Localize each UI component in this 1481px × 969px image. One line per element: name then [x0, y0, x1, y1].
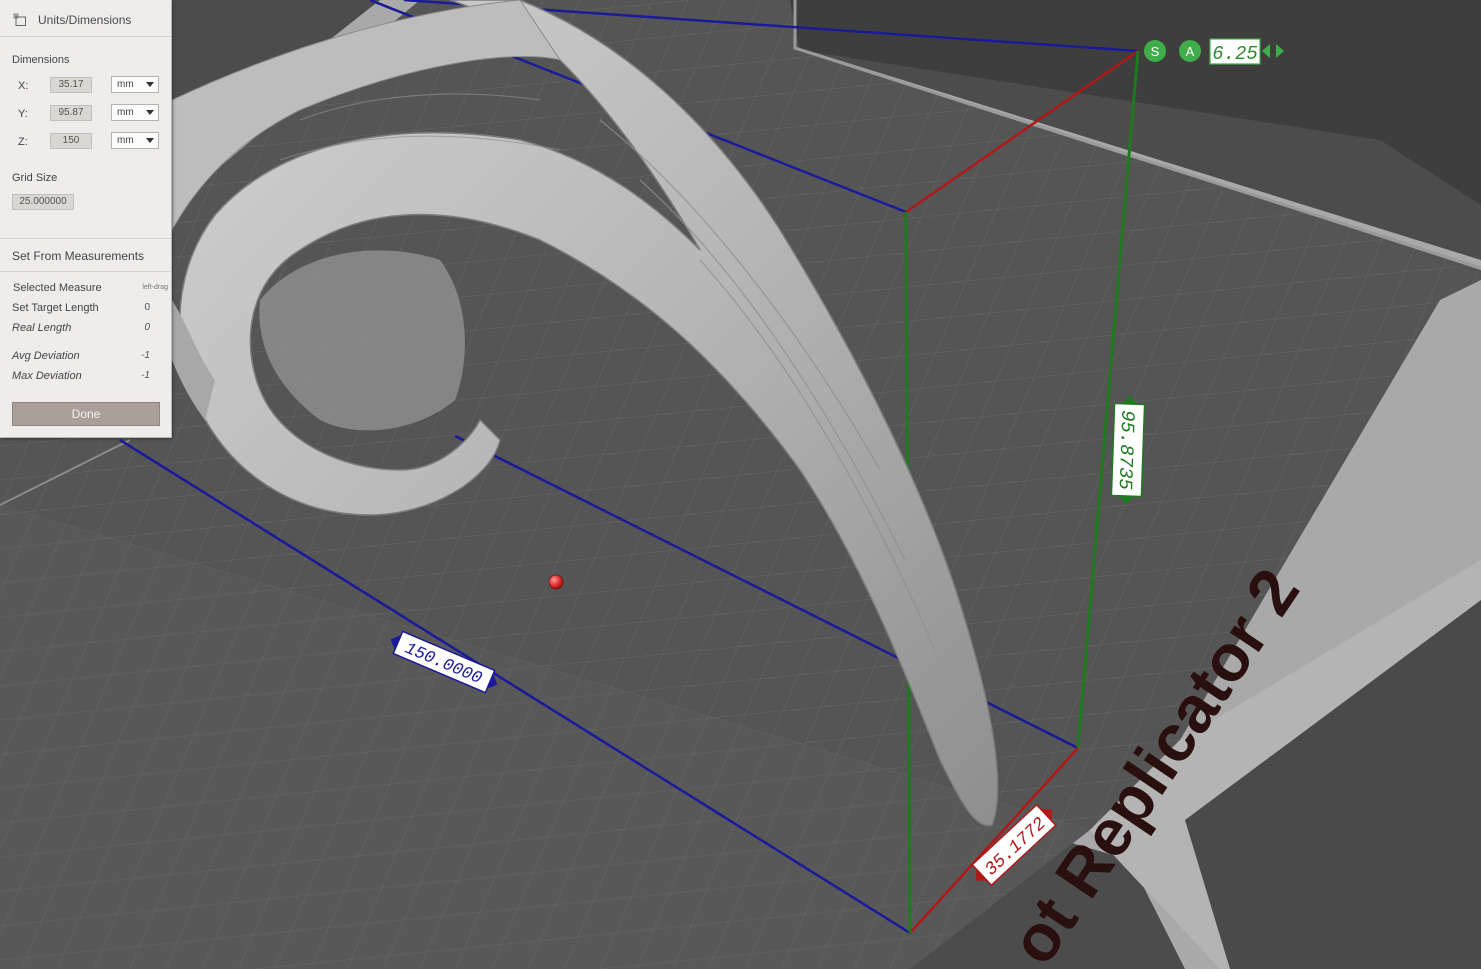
grid-size-field[interactable]: 25.000000	[12, 194, 74, 210]
svg-text:A: A	[1186, 44, 1195, 59]
grid-size-heading: Grid Size	[12, 172, 58, 184]
svg-text:95.8735: 95.8735	[1114, 410, 1139, 491]
chevron-down-icon	[146, 138, 154, 143]
divider	[0, 271, 171, 272]
panel-title: Units/Dimensions	[38, 13, 132, 27]
panel-icon	[13, 13, 26, 26]
s-button[interactable]: S	[1144, 40, 1166, 62]
y-label: Y:	[18, 108, 28, 120]
max-deviation-label: Max Deviation	[12, 370, 82, 382]
y-unit-select[interactable]: mm	[111, 104, 159, 121]
avg-deviation-label: Avg Deviation	[12, 350, 80, 362]
set-from-measurements-heading: Set From Measurements	[12, 249, 145, 263]
dimensions-heading: Dimensions	[12, 54, 70, 66]
dim-y-label[interactable]: 95.8735	[1110, 396, 1146, 505]
a-button[interactable]: A	[1179, 40, 1201, 62]
divider	[0, 238, 171, 239]
pivot-point[interactable]	[548, 574, 564, 590]
set-target-length-value[interactable]: 0	[110, 302, 150, 313]
real-length-label: Real Length	[12, 322, 72, 334]
chevron-down-icon	[146, 82, 154, 87]
viewport[interactable]: 150.0000 95.8735 35.1772 S A 6.25 ot Rep…	[0, 0, 1481, 969]
z-unit-select[interactable]: mm	[111, 132, 159, 149]
done-button[interactable]: Done	[12, 402, 160, 426]
z-label: Z:	[18, 136, 28, 148]
3d-scene[interactable]: 150.0000 95.8735 35.1772 S A 6.25 ot Rep…	[0, 0, 1481, 969]
panel-title-bar[interactable]: Units/Dimensions	[0, 0, 171, 37]
set-target-length-label: Set Target Length	[12, 302, 99, 314]
y-value-field[interactable]: 95.87	[50, 105, 92, 121]
x-label: X:	[18, 80, 29, 92]
selected-measure-hint: left-drag	[142, 284, 168, 291]
max-deviation-value: -1	[141, 370, 150, 381]
x-value-field[interactable]: 35.17	[50, 77, 92, 93]
size-field[interactable]: 6.25	[1209, 38, 1261, 65]
svg-text:6.25: 6.25	[1212, 43, 1258, 65]
x-unit-select[interactable]: mm	[111, 76, 159, 93]
selected-measure-label: Selected Measure	[13, 282, 102, 294]
real-length-value: 0	[144, 322, 150, 333]
chevron-down-icon	[146, 110, 154, 115]
z-value-field[interactable]: 150	[50, 133, 92, 149]
units-dimensions-panel: Units/Dimensions Dimensions X: 35.17 mm …	[0, 0, 172, 438]
avg-deviation-value: -1	[141, 350, 150, 361]
svg-text:S: S	[1151, 44, 1160, 59]
